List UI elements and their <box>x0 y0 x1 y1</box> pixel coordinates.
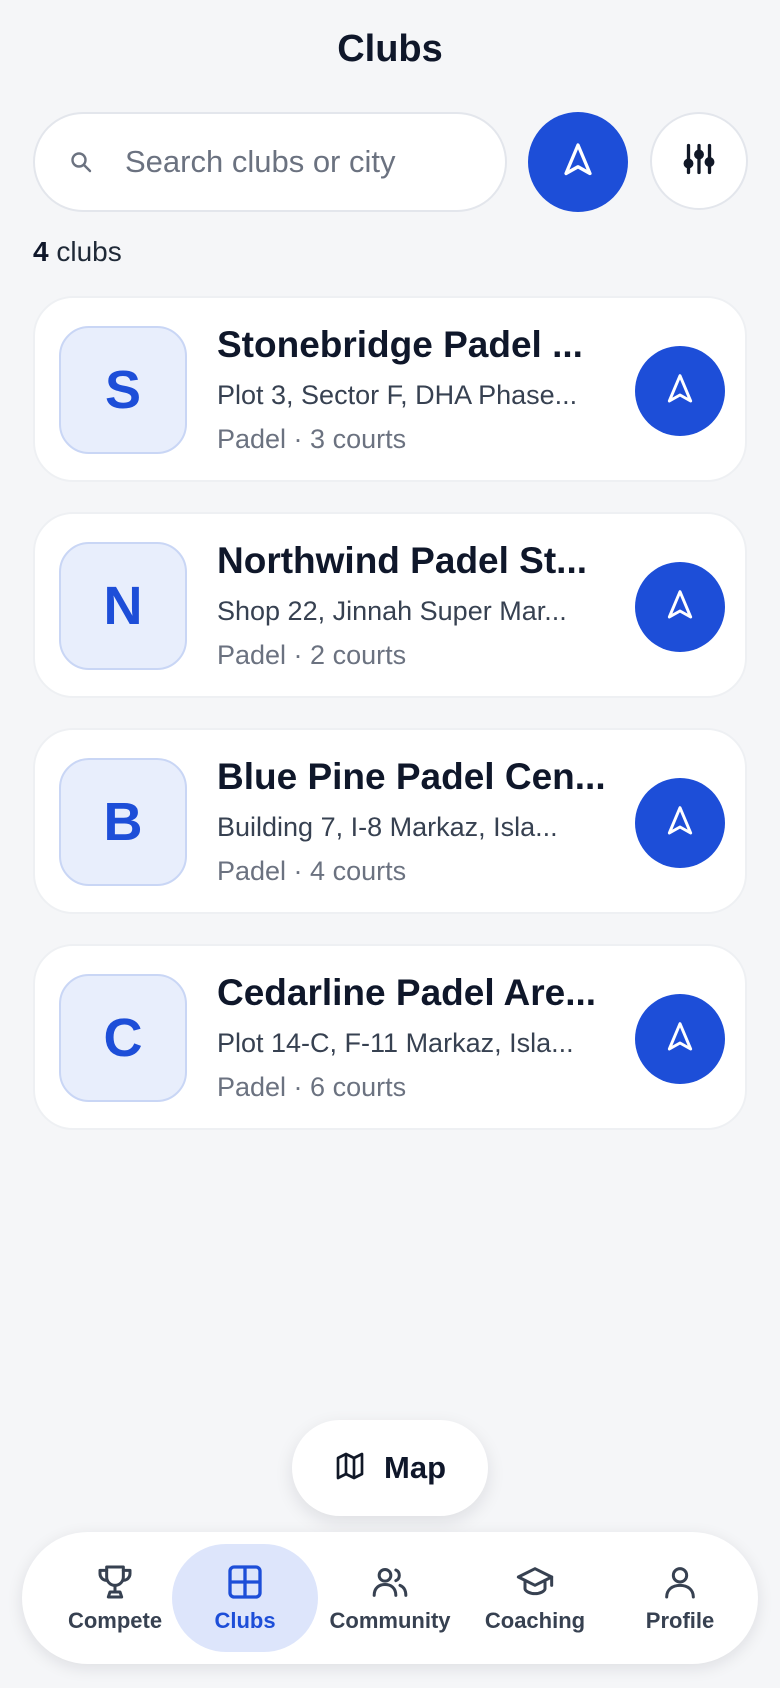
club-avatar: S <box>59 326 187 454</box>
map-button-label: Map <box>384 1450 446 1485</box>
graduation-cap-icon <box>515 1562 555 1602</box>
directions-button[interactable] <box>635 778 725 868</box>
club-address: Shop 22, Jinnah Super Mar... <box>217 596 567 626</box>
user-icon <box>660 1562 700 1602</box>
tab-compete[interactable]: Compete <box>42 1544 188 1652</box>
search-icon <box>69 150 93 174</box>
locate-me-button[interactable] <box>528 112 628 212</box>
navigation-arrow-icon <box>664 805 696 842</box>
tab-coaching[interactable]: Coaching <box>462 1544 608 1652</box>
search-placeholder: Search clubs or city <box>125 144 396 179</box>
map-icon <box>334 1450 366 1487</box>
search-input[interactable]: Search clubs or city <box>33 112 507 212</box>
tab-profile[interactable]: Profile <box>607 1544 753 1652</box>
tab-label: Community <box>329 1608 451 1633</box>
results-count-unit: clubs <box>56 236 122 267</box>
tab-label: Profile <box>645 1608 715 1633</box>
sliders-icon <box>681 141 717 182</box>
club-card[interactable]: S Stonebridge Padel ... Plot 3, Sector F… <box>33 296 747 482</box>
club-name: Blue Pine Padel Cen... <box>217 756 606 797</box>
tab-label: Compete <box>67 1608 163 1633</box>
bottom-tab-bar: Compete Clubs Community Coaching Profile <box>22 1532 758 1664</box>
grid-icon <box>225 1562 265 1602</box>
club-name: Cedarline Padel Are... <box>217 972 597 1013</box>
page-title: Clubs <box>337 28 443 70</box>
club-address: Plot 14-C, F-11 Markaz, Isla... <box>217 1028 574 1058</box>
club-avatar: B <box>59 758 187 886</box>
filter-button[interactable] <box>650 112 748 210</box>
map-button[interactable]: Map <box>292 1420 488 1516</box>
navigation-arrow-icon <box>664 589 696 626</box>
club-address: Building 7, I-8 Markaz, Isla... <box>217 812 558 842</box>
clubs-screen: Clubs Search clubs or city 4 clubs S Sto… <box>0 0 780 1688</box>
club-meta: Padel · 3 courts <box>217 424 407 454</box>
trophy-icon <box>95 1562 135 1602</box>
club-card[interactable]: B Blue Pine Padel Cen... Building 7, I-8… <box>33 728 747 914</box>
tab-community[interactable]: Community <box>317 1544 463 1652</box>
directions-button[interactable] <box>635 346 725 436</box>
navigation-arrow-icon <box>664 1021 696 1058</box>
club-name: Stonebridge Padel ... <box>217 324 583 365</box>
club-card[interactable]: C Cedarline Padel Are... Plot 14-C, F-11… <box>33 944 747 1130</box>
club-meta: Padel · 6 courts <box>217 1072 407 1102</box>
results-count-number: 4 <box>33 236 49 267</box>
tab-clubs[interactable]: Clubs <box>172 1544 318 1652</box>
club-name: Northwind Padel St... <box>217 540 588 581</box>
users-icon <box>370 1562 410 1602</box>
directions-button[interactable] <box>635 994 725 1084</box>
tab-label: Coaching <box>484 1608 586 1633</box>
club-avatar: C <box>59 974 187 1102</box>
results-count: 4 clubs <box>33 236 122 268</box>
club-meta: Padel · 2 courts <box>217 640 407 670</box>
club-meta: Padel · 4 courts <box>217 856 407 886</box>
tab-label: Clubs <box>214 1608 276 1633</box>
navigation-arrow-icon <box>664 373 696 410</box>
club-card[interactable]: N Northwind Padel St... Shop 22, Jinnah … <box>33 512 747 698</box>
directions-button[interactable] <box>635 562 725 652</box>
club-avatar: N <box>59 542 187 670</box>
club-address: Plot 3, Sector F, DHA Phase... <box>217 380 578 410</box>
navigation-arrow-icon <box>560 142 596 183</box>
